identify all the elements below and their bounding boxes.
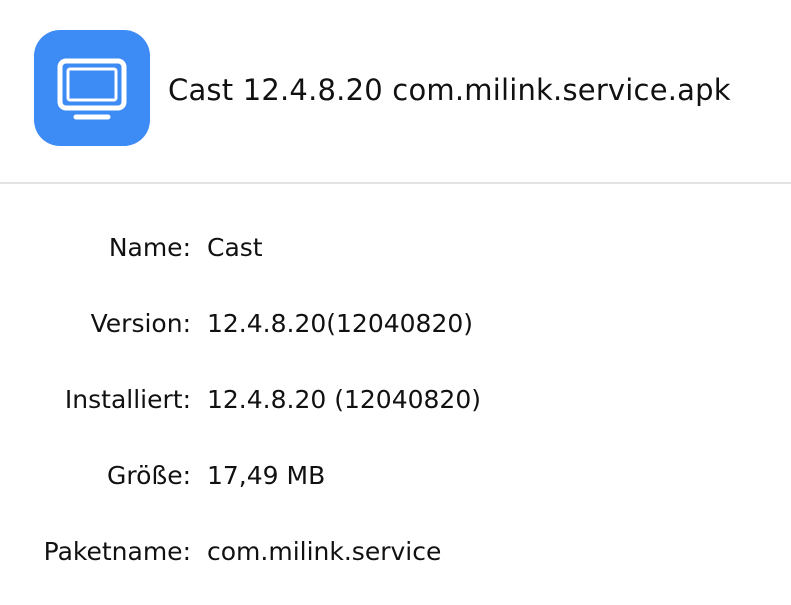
detail-row-package: Paketname: com.milink.service [0, 530, 791, 574]
detail-label: Installiert: [64, 385, 191, 414]
detail-label: Name: [108, 233, 191, 262]
detail-value: com.milink.service [207, 537, 442, 566]
detail-label: Größe: [107, 461, 191, 490]
monitor-icon [57, 58, 127, 120]
detail-value: 17,49 MB [207, 461, 326, 490]
detail-row-size: Größe: 17,49 MB [0, 454, 791, 498]
detail-row-name: Name: Cast [0, 226, 791, 270]
detail-label: Paketname: [43, 537, 191, 566]
detail-label: Version: [90, 309, 191, 338]
detail-row-installed: Installiert: 12.4.8.20 (12040820) [0, 378, 791, 422]
app-header: Cast 12.4.8.20 com.milink.service.apk [0, 0, 791, 184]
app-icon [34, 30, 150, 146]
detail-value: 12.4.8.20 (12040820) [207, 385, 481, 414]
detail-row-version: Version: 12.4.8.20(12040820) [0, 302, 791, 346]
detail-value: 12.4.8.20(12040820) [207, 309, 474, 338]
detail-value: Cast [207, 233, 263, 262]
app-file-title: Cast 12.4.8.20 com.milink.service.apk [168, 73, 731, 107]
